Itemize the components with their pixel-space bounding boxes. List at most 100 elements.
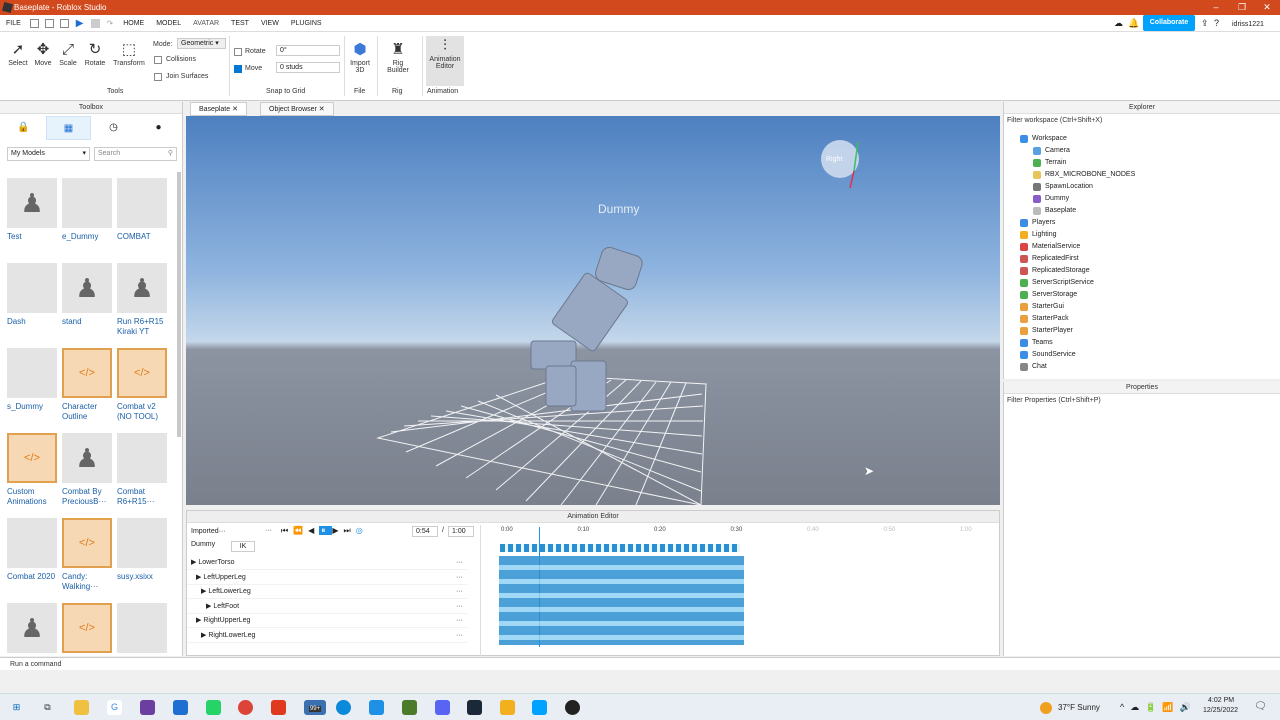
tab-marketplace[interactable]: ▦ — [46, 116, 91, 140]
models-dropdown[interactable]: My Models ▾ — [7, 147, 90, 161]
folder-icon[interactable] — [500, 700, 515, 715]
menu-model[interactable]: MODEL — [150, 15, 187, 32]
app-icon[interactable] — [173, 700, 188, 715]
animation-editor-button[interactable]: ⫶ Animation Editor — [426, 36, 464, 86]
menu-avatar[interactable]: AVATAR — [187, 15, 225, 32]
model-item[interactable]: ♟ — [7, 603, 59, 657]
explorer-item[interactable]: StarterPack — [1020, 313, 1069, 325]
more-icon[interactable]: ··· — [265, 527, 272, 534]
office-icon[interactable] — [271, 700, 286, 715]
search-input[interactable]: Search ⚲ — [94, 147, 177, 161]
tab-recent[interactable]: ◷ — [91, 116, 136, 140]
menu-home[interactable]: HOME — [117, 15, 150, 32]
model-item[interactable]: Dash — [7, 263, 59, 327]
track-row[interactable]: ▶ RightLowerLeg ··· — [187, 629, 467, 643]
command-bar[interactable]: Run a command — [0, 657, 1280, 670]
clock-time[interactable]: 4:02 PM — [1208, 697, 1234, 704]
move-tool[interactable]: ✥ Move — [29, 40, 57, 67]
model-item[interactable]: ♟ Combat By PreciousB··· — [62, 433, 114, 507]
bell-icon[interactable]: 🔔 — [1128, 18, 1139, 29]
mail-icon[interactable]: 99+ — [304, 700, 326, 715]
explorer-item[interactable]: ServerScriptService — [1020, 277, 1094, 289]
current-time-input[interactable]: 0:54 — [412, 526, 438, 537]
track-row[interactable]: ▶ LowerTorso ··· — [187, 556, 467, 570]
google-icon[interactable]: G — [107, 700, 122, 715]
task-view-icon[interactable]: ⧉ — [40, 700, 55, 715]
share-icon[interactable]: ⇪ — [1201, 18, 1209, 29]
roblox-icon[interactable] — [565, 700, 580, 715]
redo-icon[interactable]: ↷ — [107, 19, 114, 28]
keyframe-block[interactable] — [499, 556, 744, 645]
view-cube-label[interactable]: Right — [826, 156, 842, 163]
edge-icon[interactable] — [336, 700, 351, 715]
app-icon[interactable] — [369, 700, 384, 715]
ik-button[interactable]: IK — [231, 541, 255, 552]
explorer-item[interactable]: Camera — [1033, 145, 1070, 157]
model-item[interactable]: ♟ Test — [7, 178, 59, 242]
system-tray-icons[interactable]: ^☁🔋📶🔊 — [1120, 702, 1197, 713]
play-icon[interactable]: ▶ — [76, 18, 84, 29]
rig-name[interactable]: Dummy — [191, 541, 215, 548]
explorer-item[interactable]: ServerStorage — [1020, 289, 1077, 301]
track-row[interactable]: ▶ LeftLowerLeg ··· — [187, 585, 467, 600]
scale-tool[interactable]: ⤢ Scale — [54, 40, 82, 67]
maximize-button[interactable]: ❐ — [1229, 0, 1255, 15]
menu-plugins[interactable]: PLUGINS — [285, 15, 328, 32]
model-item[interactable]: ♟ Run R6+R15 Kiraki YT — [117, 263, 169, 337]
model-item[interactable]: Combat 2020 — [7, 518, 59, 582]
roblox-studio-icon[interactable] — [532, 700, 547, 715]
model-item[interactable]: </> Candy: Walking··· — [62, 518, 114, 592]
chrome-icon[interactable] — [238, 700, 253, 715]
model-item[interactable]: susy.xsixx — [117, 518, 169, 582]
steam-icon[interactable] — [467, 700, 482, 715]
move-snap-checkbox[interactable] — [234, 65, 242, 73]
menu-file[interactable]: FILE — [0, 15, 27, 32]
tab-object-browser[interactable]: Object Browser ✕ — [260, 102, 334, 116]
explorer-filter[interactable]: Filter workspace (Ctrl+Shift+X) — [1007, 117, 1102, 124]
playback-controls[interactable]: ⏮⏪◀ ⏸ ▶⏭◎ — [281, 526, 368, 536]
save-icon[interactable] — [44, 18, 54, 28]
model-item[interactable]: Combat R6+R15··· — [117, 433, 169, 507]
more-icon[interactable]: ··· — [456, 585, 463, 599]
rotate-tool[interactable]: ↻ Rotate — [81, 40, 109, 67]
explorer-item[interactable]: RBX_MICROBONE_NODES — [1033, 169, 1135, 181]
toolbox-scrollbar[interactable] — [177, 172, 181, 437]
minimize-button[interactable]: – — [1203, 0, 1229, 15]
model-item[interactable]: e_Dummy — [62, 178, 114, 242]
model-item[interactable]: s_Dummy — [7, 348, 59, 412]
discord-icon[interactable] — [435, 700, 450, 715]
explorer-item[interactable]: SpawnLocation — [1033, 181, 1093, 193]
explorer-item[interactable]: Teams — [1020, 337, 1053, 349]
track-row[interactable]: ▶ LeftUpperLeg ··· — [187, 571, 467, 585]
close-button[interactable]: ✕ — [1254, 0, 1280, 15]
undo-icon[interactable] — [59, 18, 69, 28]
tab-creations[interactable]: ● — [136, 116, 181, 140]
mode-dropdown[interactable]: Geometric ▾ — [177, 38, 226, 49]
explorer-item[interactable]: Baseplate — [1033, 205, 1076, 217]
transform-tool[interactable]: ⬚ Transform — [112, 40, 146, 67]
explorer-item[interactable]: MaterialService — [1020, 241, 1080, 253]
animation-name[interactable]: Imported··· — [191, 527, 273, 537]
more-icon[interactable]: ··· — [456, 614, 463, 628]
import-3d-button[interactable]: ⬢ Import 3D — [346, 40, 374, 74]
track-row[interactable]: ▶ RightUpperLeg ··· — [187, 614, 467, 629]
model-item[interactable]: COMBAT — [117, 178, 169, 242]
explorer-item[interactable]: ReplicatedFirst — [1020, 253, 1079, 265]
explorer-item[interactable]: SoundService — [1020, 349, 1076, 361]
menu-test[interactable]: TEST — [225, 15, 255, 32]
explorer-item[interactable]: Terrain — [1033, 157, 1066, 169]
minecraft-icon[interactable] — [402, 700, 417, 715]
rotate-snap-checkbox[interactable] — [234, 48, 242, 56]
3d-viewport[interactable]: Dummy Right ➤ — [186, 116, 1000, 505]
tab-baseplate[interactable]: Baseplate ✕ — [190, 102, 247, 116]
explorer-item[interactable]: Lighting — [1020, 229, 1057, 241]
explorer-item[interactable]: ReplicatedStorage — [1020, 265, 1090, 277]
more-icon[interactable]: ··· — [456, 556, 463, 570]
explorer-item[interactable]: Chat — [1020, 361, 1047, 373]
rotate-snap-input[interactable]: 0° — [276, 45, 340, 56]
weather-text[interactable]: 37°F Sunny — [1058, 703, 1100, 712]
help-icon[interactable]: ? — [1214, 18, 1219, 28]
explorer-item[interactable]: Workspace — [1020, 133, 1067, 145]
select-tool[interactable]: ➚ Select — [4, 40, 32, 67]
move-snap-input[interactable]: 0 studs — [276, 62, 340, 73]
